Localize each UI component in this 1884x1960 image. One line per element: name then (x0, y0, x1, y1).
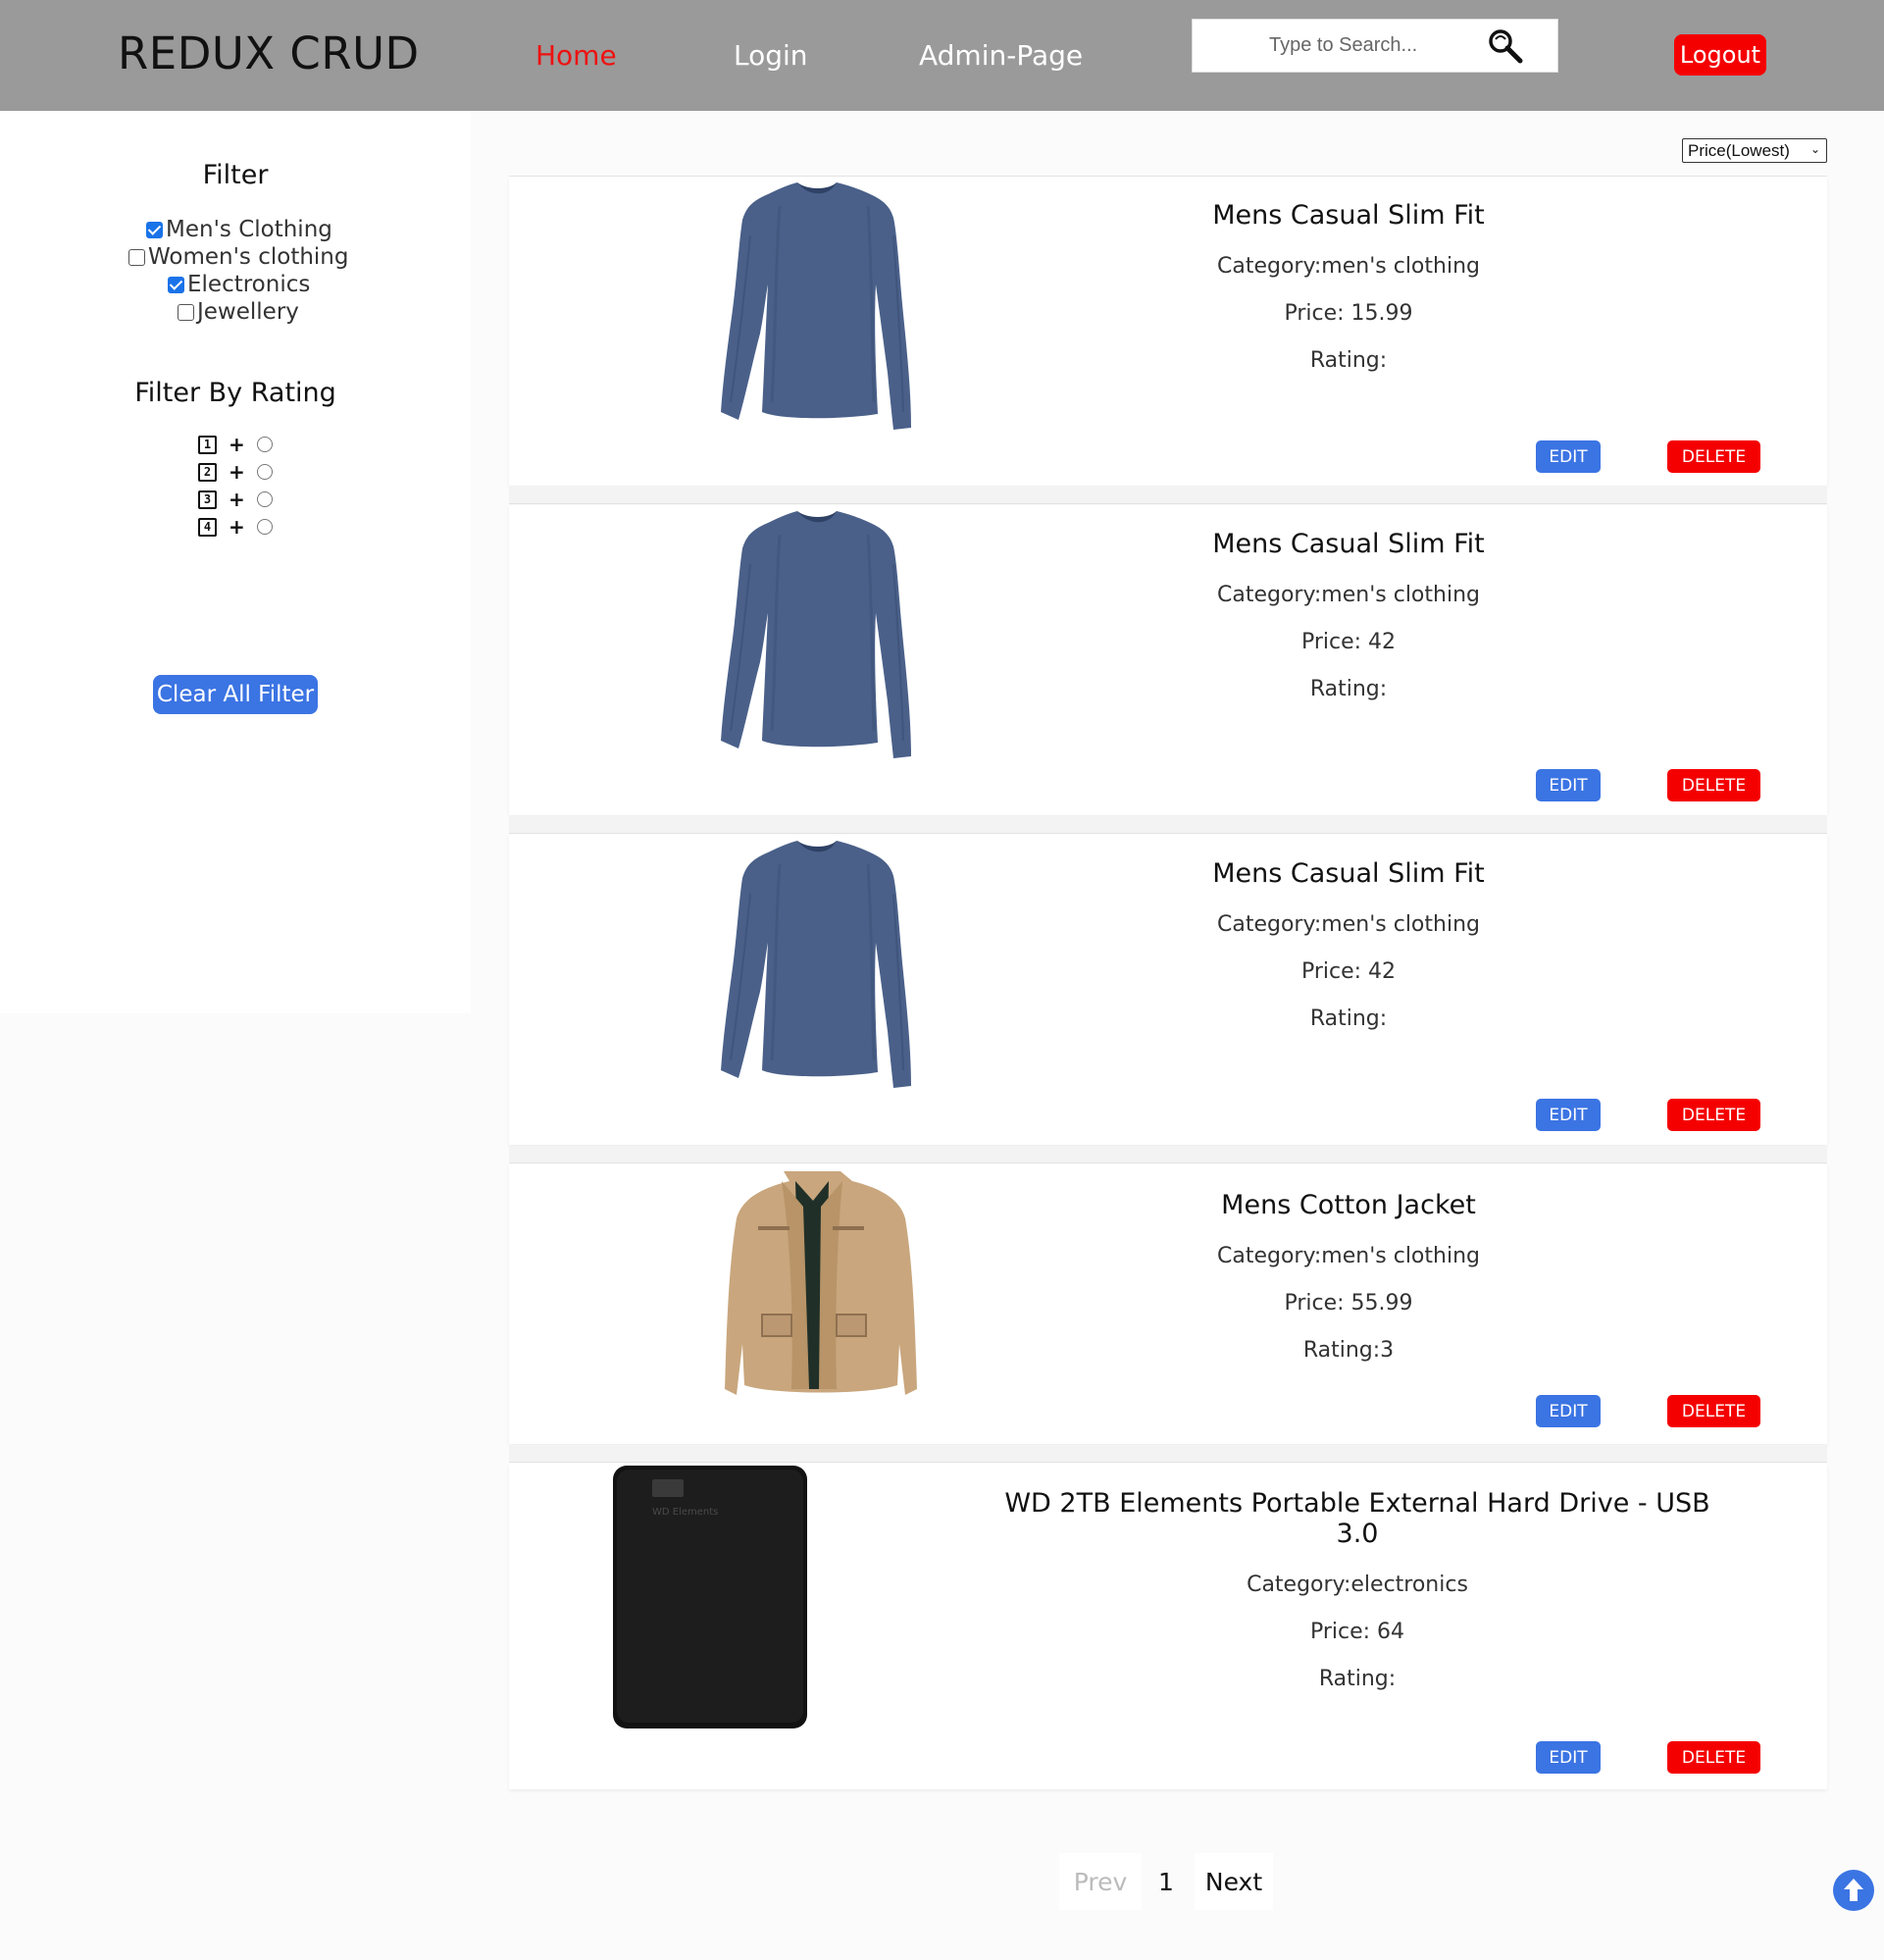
drive-logo-text: WD Elements (652, 1507, 718, 1518)
product-price: Price: 15.99 (1284, 301, 1413, 326)
filter-electronics[interactable]: Electronics (168, 272, 310, 297)
product-info: Mens Casual Slim Fit Category:men's clot… (1177, 200, 1520, 373)
product-category: Category:electronics (1247, 1573, 1468, 1597)
product-price: Price: 55.99 (1284, 1291, 1413, 1315)
electronics-checkbox[interactable] (168, 276, 184, 293)
product-card: WD Elements WD 2TB Elements Portable Ext… (509, 1464, 1827, 1789)
search-input[interactable] (1193, 20, 1487, 72)
search-icon[interactable] (1487, 27, 1524, 65)
card-divider (509, 816, 1827, 834)
delete-button[interactable]: DELETE (1667, 769, 1760, 801)
product-image[interactable] (721, 505, 917, 765)
jewellery-label: Jewellery (197, 299, 299, 325)
rating-1-icon: 1 (198, 435, 217, 454)
rating-option-4[interactable]: 4 + (198, 515, 273, 539)
delete-button[interactable]: DELETE (1667, 1395, 1760, 1427)
logout-button[interactable]: Logout (1674, 34, 1766, 76)
rating-3-icon: 3 (198, 490, 217, 509)
product-category: Category:men's clothing (1217, 1244, 1480, 1268)
rating-2-icon: 2 (198, 462, 217, 482)
product-card: Mens Casual Slim Fit Category:men's clot… (509, 505, 1827, 815)
edit-button[interactable]: EDIT (1536, 1395, 1601, 1427)
sort-selected-value: Price(Lowest) (1688, 140, 1790, 160)
rating-3-radio[interactable] (256, 491, 273, 507)
pagination-prev-button[interactable]: Prev (1059, 1853, 1142, 1910)
product-info: Mens Casual Slim Fit Category:men's clot… (1177, 529, 1520, 701)
filter-jewellery[interactable]: Jewellery (178, 299, 299, 325)
clear-all-filter-button[interactable]: Clear All Filter (153, 675, 318, 714)
nav-link-home[interactable]: Home (535, 39, 617, 72)
womens-clothing-label: Women's clothing (148, 244, 349, 270)
product-image[interactable] (721, 177, 917, 437)
product-title[interactable]: WD 2TB Elements Portable External Hard D… (990, 1488, 1725, 1549)
product-title[interactable]: Mens Casual Slim Fit (1177, 858, 1520, 889)
product-info: Mens Casual Slim Fit Category:men's clot… (1177, 858, 1520, 1031)
filter-by-rating-title: Filter By Rating (134, 378, 336, 408)
product-card: Mens Casual Slim Fit Category:men's clot… (509, 835, 1827, 1145)
plus-icon: + (229, 488, 245, 511)
product-title[interactable]: Mens Casual Slim Fit (1177, 529, 1520, 559)
product-rating: Rating:3 (1302, 1338, 1395, 1363)
product-title[interactable]: Mens Casual Slim Fit (1177, 200, 1520, 231)
product-rating: Rating: (1309, 1006, 1388, 1031)
card-divider (509, 1146, 1827, 1163)
rating-4-icon: 4 (198, 517, 217, 537)
delete-button[interactable]: DELETE (1667, 1741, 1760, 1774)
product-rating: Rating: (1318, 1667, 1397, 1691)
rating-option-2[interactable]: 2 + (198, 460, 273, 484)
brand-logo[interactable]: REDUX CRUD (118, 27, 420, 79)
product-card: Mens Cotton Jacket Category:men's clothi… (509, 1164, 1827, 1444)
navbar: REDUX CRUD Home Login Admin-Page Logout (0, 0, 1884, 111)
rating-option-1[interactable]: 1 + (198, 433, 273, 456)
plus-icon: + (229, 515, 245, 539)
edit-button[interactable]: EDIT (1536, 1099, 1601, 1131)
rating-4-radio[interactable] (256, 519, 273, 535)
rating-1-radio[interactable] (256, 437, 273, 452)
product-info: WD 2TB Elements Portable External Hard D… (990, 1488, 1725, 1691)
card-divider (509, 487, 1827, 504)
product-category: Category:men's clothing (1217, 254, 1480, 279)
filter-womens-clothing[interactable]: Women's clothing (128, 244, 348, 270)
delete-button[interactable]: DELETE (1667, 1099, 1760, 1131)
plus-icon: + (229, 433, 245, 456)
sort-select[interactable]: Price(Lowest) ⌄ (1682, 138, 1827, 163)
edit-button[interactable]: EDIT (1536, 769, 1601, 801)
edit-button[interactable]: EDIT (1536, 1741, 1601, 1774)
product-image[interactable] (721, 835, 917, 1095)
mens-clothing-checkbox[interactable] (146, 221, 163, 238)
filter-mens-clothing[interactable]: Men's Clothing (146, 217, 332, 242)
womens-clothing-checkbox[interactable] (128, 248, 145, 266)
product-price: Price: 42 (1300, 959, 1397, 984)
product-price: Price: 42 (1300, 630, 1397, 654)
product-category: Category:men's clothing (1217, 583, 1480, 607)
product-image[interactable] (723, 1167, 919, 1396)
electronics-label: Electronics (187, 272, 311, 297)
product-card: Mens Casual Slim Fit Category:men's clot… (509, 177, 1827, 486)
rating-2-radio[interactable] (256, 464, 273, 480)
nav-link-login[interactable]: Login (734, 39, 808, 72)
product-title[interactable]: Mens Cotton Jacket (1177, 1190, 1520, 1220)
nav-link-admin-page[interactable]: Admin-Page (919, 39, 1083, 72)
jewellery-checkbox[interactable] (178, 303, 194, 321)
product-rating: Rating: (1309, 348, 1388, 373)
product-rating: Rating: (1309, 677, 1388, 701)
product-category: Category:men's clothing (1217, 912, 1480, 937)
plus-icon: + (229, 460, 245, 484)
filter-sidebar: Filter Men's Clothing Women's clothing E… (0, 111, 471, 1013)
filter-title: Filter (202, 160, 269, 190)
pagination-page-1[interactable]: 1 (1147, 1853, 1185, 1910)
edit-button[interactable]: EDIT (1536, 440, 1601, 473)
card-divider (509, 1445, 1827, 1463)
delete-button[interactable]: DELETE (1667, 440, 1760, 473)
mens-clothing-label: Men's Clothing (166, 217, 332, 242)
product-info: Mens Cotton Jacket Category:men's clothi… (1177, 1190, 1520, 1363)
rating-option-3[interactable]: 3 + (198, 488, 273, 511)
pagination-next-button[interactable]: Next (1195, 1853, 1273, 1910)
chevron-down-icon: ⌄ (1809, 142, 1820, 156)
arrow-up-circle-icon[interactable] (1833, 1870, 1874, 1911)
product-price: Price: 64 (1309, 1620, 1405, 1644)
product-image[interactable]: WD Elements (611, 1464, 809, 1732)
